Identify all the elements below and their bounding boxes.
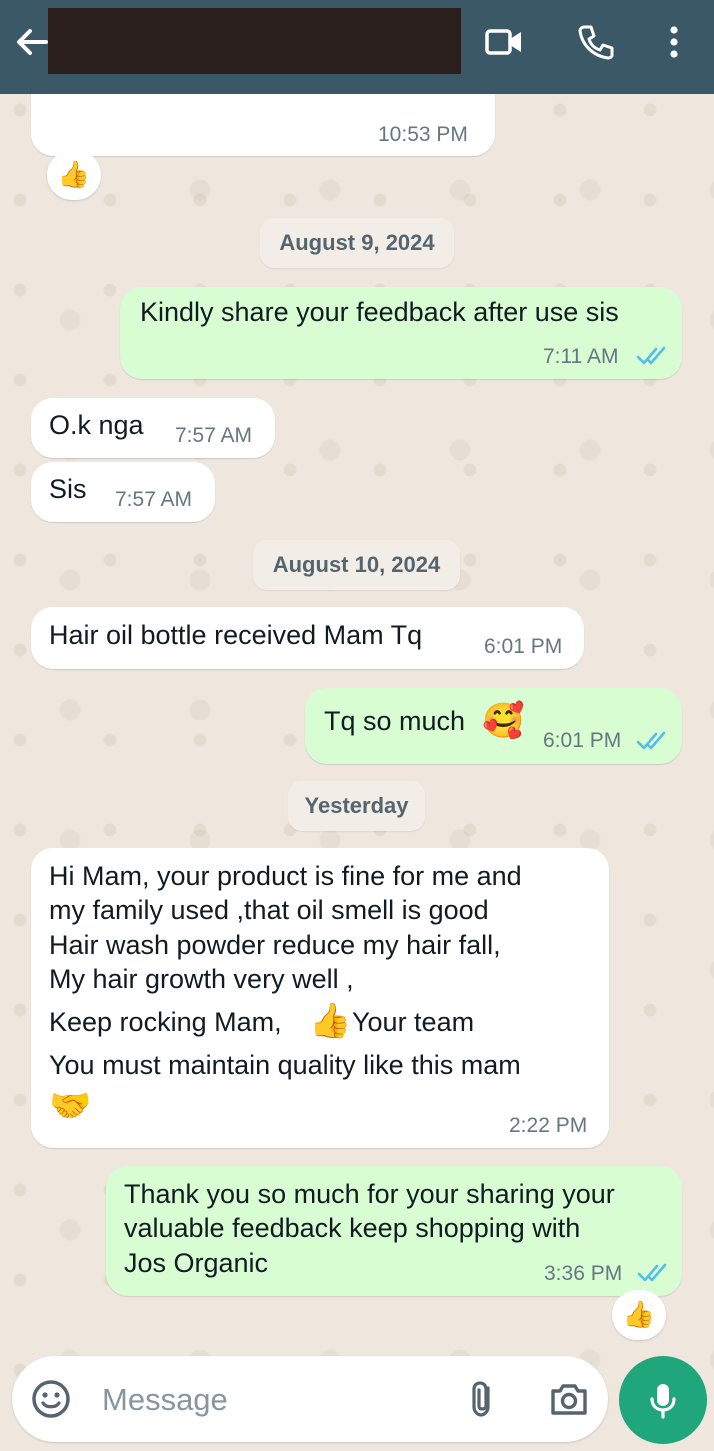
video-call-icon[interactable] [482,20,526,64]
emoji-icon[interactable] [28,1376,74,1422]
message-text: Sis [49,474,87,504]
date-divider: August 10, 2024 [253,540,460,590]
more-options-icon[interactable] [652,20,696,64]
thumbs-up-emoji: 👍 [309,1001,352,1041]
message-incoming[interactable]: Sis 7:57 AM [31,462,215,522]
reaction-thumbs-up[interactable]: 👍 [612,1290,666,1340]
smiling-face-hearts-emoji: 🥰 [482,701,525,741]
message-outgoing[interactable]: Kindly share your feedback after use sis… [120,287,682,379]
contact-name-redacted[interactable] [48,8,461,74]
reaction-thumbs-up[interactable]: 👍 [47,150,101,200]
message-time: 7:57 AM [115,488,193,511]
message-line: Keep rocking Mam, [49,1007,282,1037]
message-line: Hair wash powder reduce my hair fall, [49,930,501,960]
message-time: 6:01 PM [543,729,622,752]
message-line: valuable feedback keep shopping with [124,1213,581,1243]
message-line: You must maintain quality like this mam [49,1050,521,1080]
message-line: Your team [352,1007,475,1037]
chat-header [0,0,714,94]
message-outgoing[interactable]: Thank you so much for your sharing your … [106,1166,682,1296]
attach-icon[interactable] [460,1376,506,1422]
voice-call-icon[interactable] [574,20,618,64]
mic-button[interactable] [619,1356,707,1444]
message-outgoing[interactable]: Tq so much 🥰 6:01 PM [305,688,682,764]
camera-icon[interactable] [546,1376,592,1422]
date-divider: August 9, 2024 [260,218,454,268]
mic-icon [650,1384,676,1419]
message-incoming[interactable]: O.k nga 7:57 AM [31,398,275,458]
message-line: My hair growth very well , [49,964,354,994]
message-line: my family used ,that oil smell is good [49,895,489,925]
message-text: Tq so much [324,706,466,736]
message-time: 3:36 PM [544,1262,623,1285]
message-incoming[interactable]: Hi Mam, your product is fine for me and … [31,848,609,1148]
message-text: Kindly share your feedback after use sis [140,297,619,327]
message-composer [12,1356,608,1442]
message-time: 7:57 AM [175,424,253,447]
handshake-emoji: 🤝 [49,1086,92,1126]
message-line: Jos Organic [124,1248,269,1278]
message-text: Hair oil bottle received Mam Tq [49,620,423,650]
date-divider: Yesterday [288,781,425,831]
message-text: O.k nga [49,410,144,440]
message-time: 7:11 AM [543,345,619,368]
read-ticks-icon [637,1263,667,1282]
read-ticks-icon [636,346,666,365]
message-time: 10:53 PM [378,123,468,146]
message-line: Hi Mam, your product is fine for me and [49,861,522,891]
message-input[interactable] [102,1380,442,1420]
message-line: Thank you so much for your sharing your [124,1179,615,1209]
message-time: 6:01 PM [484,635,563,658]
read-ticks-icon [636,731,666,750]
message-time: 2:22 PM [509,1114,588,1137]
message-incoming[interactable]: Hair oil bottle received Mam Tq 6:01 PM [31,607,584,669]
